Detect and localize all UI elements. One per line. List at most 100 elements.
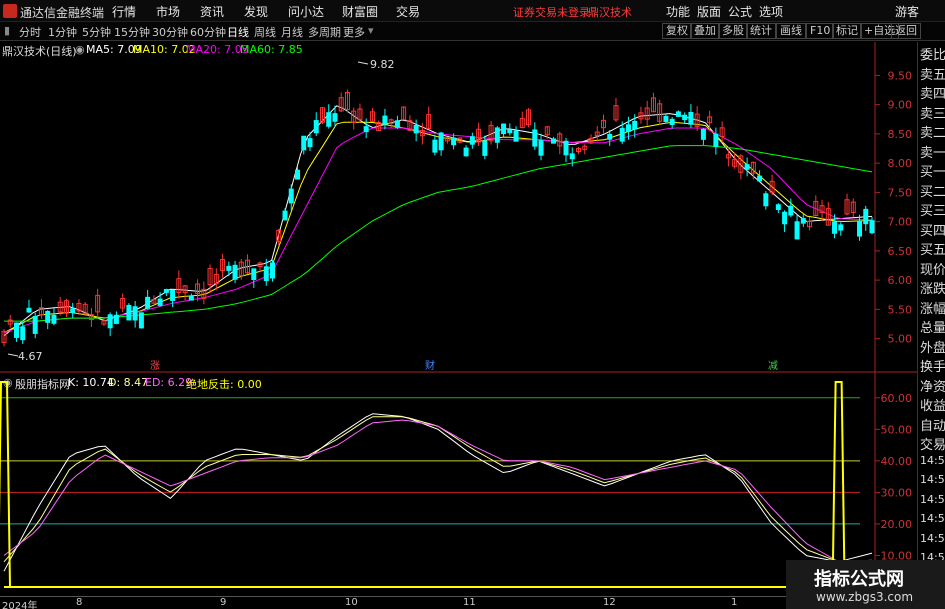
side-panel-item[interactable]: 卖五 xyxy=(920,64,945,83)
period-15min[interactable]: 15分钟 xyxy=(114,24,150,40)
back-button[interactable]: 返回 xyxy=(891,23,921,39)
period-30min[interactable]: 30分钟 xyxy=(152,24,188,40)
side-panel-item[interactable]: 收益 xyxy=(920,395,945,414)
menu-item-formula[interactable]: 公式 xyxy=(728,3,752,20)
trade-login-notice[interactable]: 证券交易未登录 xyxy=(513,4,590,20)
price-tick-label: 9.50 xyxy=(888,69,913,82)
side-panel-item[interactable]: 总量 xyxy=(920,317,945,336)
side-panel-item[interactable]: 现价 xyxy=(920,259,945,278)
side-panel-item[interactable]: 买五 xyxy=(920,239,945,258)
candle-body xyxy=(188,295,194,301)
date-label: 9 xyxy=(220,597,227,608)
candle-body xyxy=(45,310,51,323)
candle-body xyxy=(51,314,57,324)
candle-body xyxy=(563,140,569,156)
app-logo-icon xyxy=(3,4,17,18)
menu-item-market[interactable]: 市场 xyxy=(156,3,180,20)
side-panel-item[interactable]: 涨跌 xyxy=(920,278,945,297)
multi-stock-button[interactable]: 多股 xyxy=(718,23,748,39)
side-panel-item[interactable]: 14:56 xyxy=(920,473,945,486)
side-panel-item[interactable]: 换手 xyxy=(920,356,945,375)
side-panel-item[interactable]: 卖三 xyxy=(920,103,945,122)
event-marker: 涨 xyxy=(150,360,160,372)
stock-chart[interactable]: 9.50 9.00 8.50 8.00 7.50 7.00 6.50 6.00 5.50 5.00… xyxy=(0,42,917,596)
candle-body xyxy=(744,164,750,170)
candle-body xyxy=(625,124,631,132)
statistics-button[interactable]: 统计 xyxy=(746,23,776,39)
f10-button[interactable]: F10 xyxy=(806,23,835,39)
menu-item-news[interactable]: 资讯 xyxy=(200,3,224,20)
candle-body xyxy=(157,298,163,306)
side-panel-item[interactable]: 买一 xyxy=(920,161,945,180)
candle-body xyxy=(13,322,19,338)
side-panel-item[interactable]: 卖四 xyxy=(920,83,945,102)
period-weekly[interactable]: 周线 xyxy=(254,24,276,40)
overlay-button[interactable]: 叠加 xyxy=(690,23,720,39)
quote-side-panel: 委比 卖五 卖四 卖三 卖二 卖一 买一 买二 买三 买四 买五 现价 涨跌 涨幅 总量 外盘 换手 净资 收益 自动… xyxy=(917,42,945,609)
side-panel-item[interactable]: 卖二 xyxy=(920,122,945,141)
menu-item-wealth[interactable]: 财富圈 xyxy=(342,3,378,20)
period-1min[interactable]: 1分钟 xyxy=(48,24,77,40)
side-panel-item[interactable]: 买二 xyxy=(920,181,945,200)
menu-item-options[interactable]: 选项 xyxy=(759,3,783,20)
side-panel-item[interactable]: 买三 xyxy=(920,200,945,219)
date-axis: 2024年 8 9 10 11 12 1 xyxy=(0,596,917,609)
menu-item-layout[interactable]: 版面 xyxy=(697,3,721,20)
menu-item-quotes[interactable]: 行情 xyxy=(112,3,136,20)
period-60min[interactable]: 60分钟 xyxy=(190,24,226,40)
period-multi[interactable]: 多周期 xyxy=(308,24,341,40)
side-panel-item[interactable]: 委比 xyxy=(920,44,945,63)
date-label: 11 xyxy=(463,597,476,608)
side-panel-item[interactable]: 卖一 xyxy=(920,142,945,161)
menu-item-guest[interactable]: 游客 xyxy=(895,3,919,20)
ma-line-ma20 xyxy=(3,127,873,334)
price-tick-label: 6.50 xyxy=(888,245,913,258)
watermark-name: 指标公式网 xyxy=(814,569,904,590)
candle-body xyxy=(294,169,300,180)
date-label: 12 xyxy=(603,597,616,608)
candle-body xyxy=(757,175,763,182)
side-panel-item[interactable]: 净资 xyxy=(920,376,945,395)
period-5min[interactable]: 5分钟 xyxy=(82,24,111,40)
period-daily[interactable]: 日线 xyxy=(227,24,249,40)
draw-line-button[interactable]: 画线 xyxy=(776,23,806,39)
candle-body xyxy=(800,218,806,224)
period-more[interactable]: 更多 xyxy=(343,24,365,40)
candle-body xyxy=(394,120,400,128)
menu-item-function[interactable]: 功能 xyxy=(666,3,690,20)
period-intraday[interactable]: 分时 xyxy=(19,24,41,40)
candle-body xyxy=(501,123,507,135)
candle-body xyxy=(138,312,144,329)
toolbar-toggle-icon[interactable]: ▮ xyxy=(4,24,10,37)
mark-button[interactable]: 标记 xyxy=(832,23,862,39)
candle-body xyxy=(763,193,769,207)
side-panel-item[interactable]: 14:56 xyxy=(920,532,945,545)
date-label: 8 xyxy=(76,597,83,608)
period-monthly[interactable]: 月线 xyxy=(281,24,303,40)
menu-item-ask[interactable]: 问小达 xyxy=(288,3,324,20)
more-dropdown-icon[interactable]: ▾ xyxy=(368,24,374,37)
restore-right-button[interactable]: 复权 xyxy=(662,23,692,39)
candle-body xyxy=(438,132,444,151)
candle-body xyxy=(282,210,288,221)
side-panel-item[interactable]: 14:56 xyxy=(920,493,945,506)
candle-body xyxy=(70,308,76,313)
side-panel-item[interactable]: 交易 xyxy=(920,434,945,453)
candle-body xyxy=(482,140,488,156)
side-panel-item[interactable]: 买四 xyxy=(920,220,945,239)
candle-body xyxy=(463,147,469,157)
side-panel-item[interactable]: 外盘 xyxy=(920,337,945,356)
price-tick-label: 5.00 xyxy=(888,333,913,346)
side-panel-item[interactable]: 自动 xyxy=(920,415,945,434)
side-panel-item[interactable]: 14:56 xyxy=(920,512,945,525)
menu-item-trade[interactable]: 交易 xyxy=(396,3,420,20)
candle-body xyxy=(663,115,669,122)
side-panel-item[interactable]: 涨幅 xyxy=(920,298,945,317)
candle-body xyxy=(838,224,844,231)
side-panel-item[interactable]: 14:56 xyxy=(920,454,945,467)
menu-item-discover[interactable]: 发现 xyxy=(244,3,268,20)
indicator-tick-label: 60.00 xyxy=(881,392,913,405)
candle-body xyxy=(619,127,625,142)
event-marker: 减 xyxy=(768,360,778,372)
candle-body xyxy=(326,112,332,127)
